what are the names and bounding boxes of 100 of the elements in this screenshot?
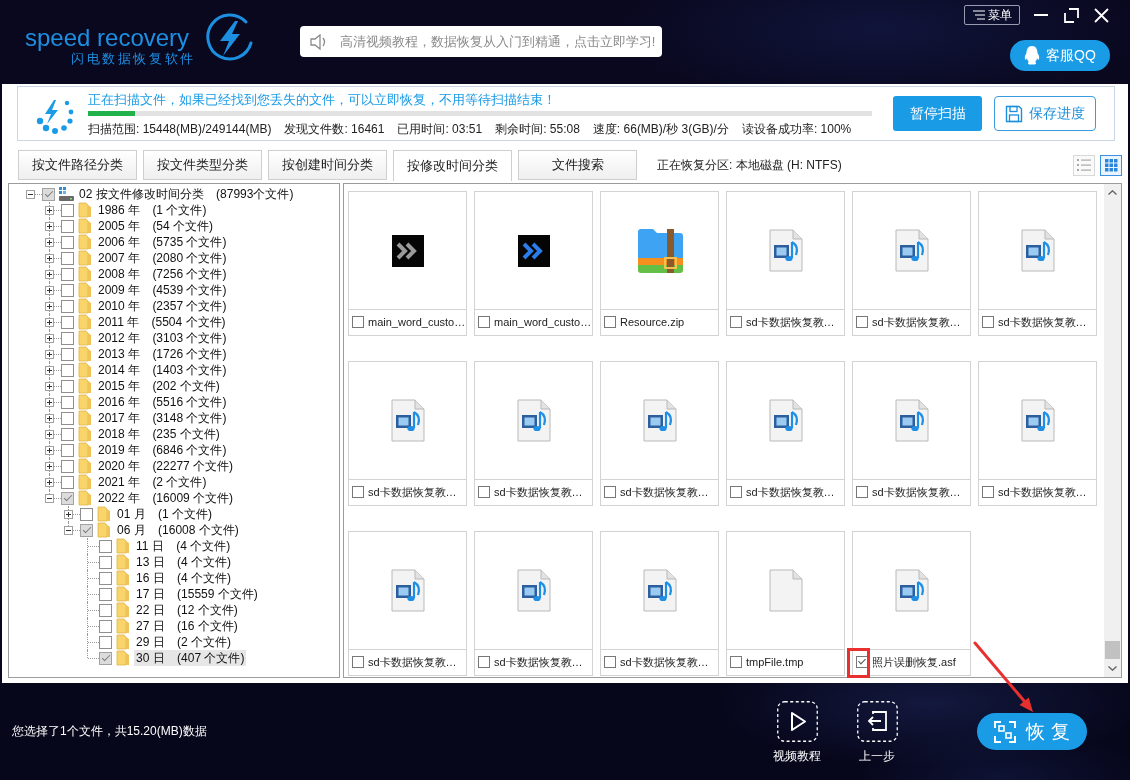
checkbox[interactable]: [61, 299, 74, 313]
file-tile[interactable]: sd卡数据恢复教…: [852, 361, 971, 506]
file-tile[interactable]: sd卡数据恢复教…: [600, 531, 719, 676]
checkbox[interactable]: [604, 656, 616, 668]
tree-toggle[interactable]: [45, 222, 54, 231]
file-tile[interactable]: sd卡数据恢复教…: [726, 191, 845, 336]
checkbox[interactable]: [61, 283, 74, 297]
checkbox[interactable]: [61, 203, 74, 217]
tree-toggle[interactable]: [45, 414, 54, 423]
checkbox[interactable]: [99, 619, 112, 633]
tab[interactable]: 按文件路径分类: [18, 150, 137, 180]
tree-node-label[interactable]: 1986 年 (1 个文件): [96, 202, 209, 218]
checkbox[interactable]: [604, 486, 616, 498]
checkbox[interactable]: [61, 427, 74, 441]
tree-toggle[interactable]: [45, 270, 54, 279]
file-tile[interactable]: sd卡数据恢复教…: [978, 361, 1097, 506]
checkbox[interactable]: [99, 539, 112, 553]
checkbox[interactable]: [61, 395, 74, 409]
tree-toggle[interactable]: [45, 350, 54, 359]
tree-toggle[interactable]: [45, 254, 54, 263]
save-progress-button[interactable]: 保存进度: [994, 96, 1096, 131]
notice-bar[interactable]: 高清视频教程，数据恢复从入门到精通，点击立即学习!: [299, 26, 662, 57]
tree-toggle[interactable]: [45, 382, 54, 391]
file-tile[interactable]: sd卡数据恢复教…: [726, 361, 845, 506]
checkbox[interactable]: [61, 235, 74, 249]
file-tile[interactable]: Resource.zip: [600, 191, 719, 336]
tree-toggle[interactable]: [45, 238, 54, 247]
tree-node-label[interactable]: 06 月 (16008 个文件): [115, 522, 241, 538]
checkbox[interactable]: [99, 651, 112, 665]
checkbox[interactable]: [99, 571, 112, 585]
checkbox[interactable]: [856, 656, 868, 668]
tree-toggle[interactable]: [45, 462, 54, 471]
tree-node-label[interactable]: 2021 年 (2 个文件): [96, 474, 209, 490]
tree-node-label[interactable]: 02 按文件修改时间分类 (87993个文件): [77, 186, 296, 202]
file-tile[interactable]: main_word_custo…: [474, 191, 593, 336]
tab[interactable]: 按创建时间分类: [268, 150, 387, 180]
file-tile[interactable]: 照片误删恢复.asf: [852, 531, 971, 676]
tree-node-label[interactable]: 17 日 (15559 个文件): [134, 586, 260, 602]
checkbox[interactable]: [856, 486, 868, 498]
scrollbar[interactable]: [1104, 184, 1121, 677]
file-tile[interactable]: sd卡数据恢复教…: [348, 361, 467, 506]
tree-node-label[interactable]: 2022 年 (16009 个文件): [96, 490, 236, 506]
checkbox[interactable]: [61, 491, 74, 505]
tree-node-label[interactable]: 2010 年 (2357 个文件): [96, 298, 229, 314]
tree-toggle[interactable]: [45, 478, 54, 487]
checkbox[interactable]: [99, 635, 112, 649]
tree-toggle[interactable]: [45, 446, 54, 455]
checkbox[interactable]: [352, 656, 364, 668]
checkbox[interactable]: [42, 187, 55, 201]
checkbox[interactable]: [61, 443, 74, 457]
tree-node-label[interactable]: 2008 年 (7256 个文件): [96, 266, 229, 282]
tree-node-label[interactable]: 2017 年 (3148 个文件): [96, 410, 229, 426]
file-tile[interactable]: sd卡数据恢复教…: [474, 361, 593, 506]
checkbox[interactable]: [61, 331, 74, 345]
tree-toggle[interactable]: [45, 206, 54, 215]
tree-node-label[interactable]: 2006 年 (5735 个文件): [96, 234, 229, 250]
tree-node-label[interactable]: 11 日 (4 个文件): [134, 538, 233, 554]
tree-node-label[interactable]: 22 日 (12 个文件): [134, 602, 240, 618]
tree-node-label[interactable]: 2012 年 (3103 个文件): [96, 330, 229, 346]
tree-toggle[interactable]: [45, 286, 54, 295]
tree-toggle[interactable]: [45, 430, 54, 439]
back-button[interactable]: 上一步: [853, 700, 901, 763]
checkbox[interactable]: [856, 316, 868, 328]
scrollbar-thumb[interactable]: [1105, 641, 1120, 659]
checkbox[interactable]: [478, 486, 490, 498]
checkbox[interactable]: [99, 603, 112, 617]
file-tile[interactable]: sd卡数据恢复教…: [600, 361, 719, 506]
tree-node-label[interactable]: 2009 年 (4539 个文件): [96, 282, 229, 298]
tree-toggle[interactable]: [45, 366, 54, 375]
checkbox[interactable]: [61, 411, 74, 425]
file-tile[interactable]: sd卡数据恢复教…: [978, 191, 1097, 336]
tree-node-label[interactable]: 2007 年 (2080 个文件): [96, 250, 229, 266]
tree-toggle[interactable]: [45, 398, 54, 407]
tree-node-label[interactable]: 01 月 (1 个文件): [115, 506, 215, 522]
list-view-button[interactable]: [1073, 154, 1095, 176]
tree-toggle[interactable]: [45, 318, 54, 327]
tree-node-label[interactable]: 2020 年 (22277 个文件): [96, 458, 236, 474]
checkbox[interactable]: [61, 251, 74, 265]
tree-toggle[interactable]: [26, 190, 35, 199]
tree-node-label[interactable]: 2016 年 (5516 个文件): [96, 394, 229, 410]
tree-node-label[interactable]: 2005 年 (54 个文件): [96, 218, 216, 234]
checkbox[interactable]: [80, 523, 93, 537]
tree-node-label[interactable]: 29 日 (2 个文件): [134, 634, 234, 650]
tree-toggle[interactable]: [45, 494, 54, 503]
tree-node-label[interactable]: 16 日 (4 个文件): [134, 570, 234, 586]
tree-toggle[interactable]: [64, 526, 73, 535]
checkbox[interactable]: [730, 656, 742, 668]
file-tile[interactable]: sd卡数据恢复教…: [852, 191, 971, 336]
file-tile[interactable]: tmpFile.tmp: [726, 531, 845, 676]
checkbox[interactable]: [61, 267, 74, 281]
tree-node-label[interactable]: 13 日 (4 个文件): [134, 554, 234, 570]
checkbox[interactable]: [61, 347, 74, 361]
checkbox[interactable]: [604, 316, 616, 328]
checkbox[interactable]: [730, 316, 742, 328]
checkbox[interactable]: [478, 316, 490, 328]
tree-node-label[interactable]: 30 日 (407 个文件): [134, 650, 247, 666]
file-tile[interactable]: sd卡数据恢复教…: [474, 531, 593, 676]
tree-toggle[interactable]: [45, 302, 54, 311]
checkbox[interactable]: [352, 316, 364, 328]
tree-toggle[interactable]: [64, 510, 73, 519]
